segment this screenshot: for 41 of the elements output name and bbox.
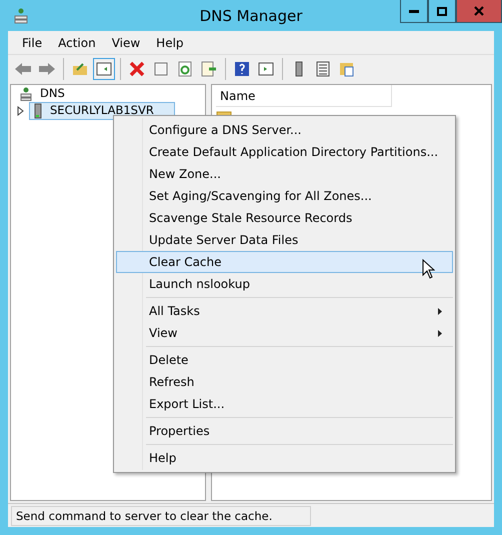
folder-icon	[72, 62, 88, 76]
menu-item[interactable]: Action	[50, 36, 104, 50]
menu-item[interactable]: File	[14, 36, 50, 50]
close-button[interactable]	[456, 0, 502, 23]
menu-item[interactable]: All Tasks	[116, 300, 453, 322]
network-icon	[14, 8, 28, 24]
submenu-arrow-icon	[438, 330, 442, 337]
menu-item[interactable]: View	[104, 36, 148, 50]
close-icon	[474, 6, 484, 16]
expand-icon[interactable]	[17, 106, 25, 116]
menu-item[interactable]: New Zone...	[116, 163, 453, 185]
menu-item[interactable]: Delete	[116, 349, 453, 371]
maximize-button[interactable]	[428, 0, 456, 23]
window-title: DNS Manager	[200, 7, 302, 25]
menu-item[interactable]: Set Aging/Scavenging for All Zones...	[116, 185, 453, 207]
menu-item[interactable]: Scavenge Stale Resource Records	[116, 207, 453, 229]
network-icon	[20, 86, 32, 100]
menu-item[interactable]: Launch nslookup	[116, 273, 453, 295]
submenu-arrow-icon	[438, 308, 442, 315]
menu-item[interactable]: Help	[116, 447, 453, 469]
server-icon	[34, 102, 42, 118]
menu-item[interactable]: View	[116, 322, 453, 344]
server-icon	[295, 61, 303, 77]
menu-item[interactable]: Refresh	[116, 371, 453, 393]
tree-item[interactable]: SECURLYLAB1SVR	[29, 102, 175, 120]
menu-item[interactable]: Create Default Application Directory Partitions...	[116, 141, 453, 163]
minimize-icon	[409, 10, 419, 12]
menu-item[interactable]: Update Server Data Files	[116, 229, 453, 251]
console-tree-button[interactable]	[93, 58, 115, 80]
properties-icon[interactable]	[153, 61, 169, 77]
menu-item[interactable]: Configure a DNS Server...	[116, 119, 453, 141]
menu-item[interactable]: Export List...	[116, 393, 453, 415]
status-text: Send command to server to clear the cache.	[11, 506, 311, 526]
menu-item[interactable]: Help	[148, 36, 192, 50]
column-header[interactable]: Name	[216, 85, 392, 107]
maximize-icon	[437, 6, 447, 16]
menu-item[interactable]: Properties	[116, 420, 453, 442]
minimize-button[interactable]	[400, 0, 428, 23]
mouse-cursor-icon	[422, 259, 435, 279]
tree-item[interactable]: DNS	[15, 86, 86, 102]
menu-item[interactable]: Clear Cache	[116, 251, 453, 273]
